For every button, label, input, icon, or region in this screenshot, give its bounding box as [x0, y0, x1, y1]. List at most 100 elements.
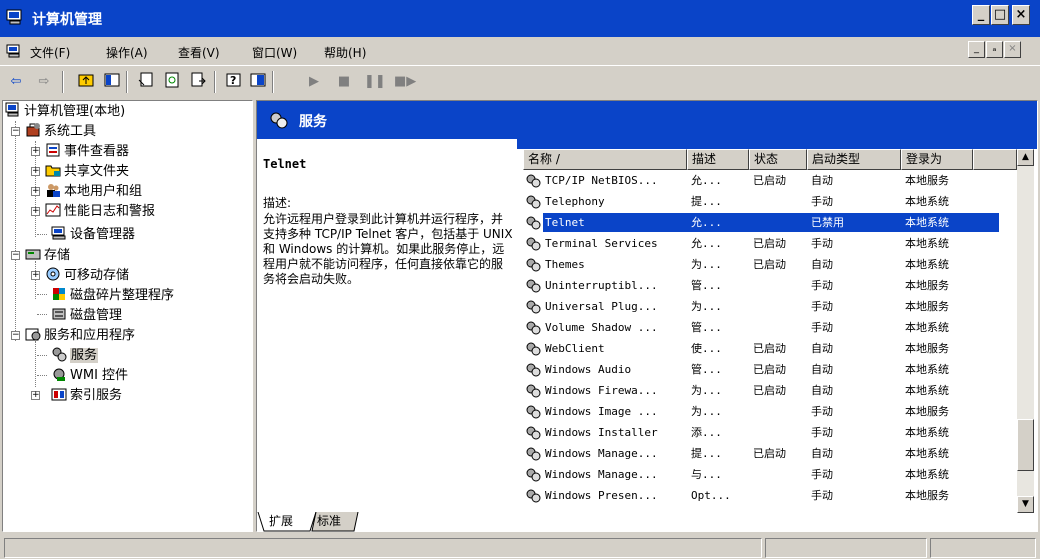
collapse-toggle[interactable]: − [11, 331, 20, 340]
menu-window[interactable]: 窗口(W) [252, 44, 297, 61]
cell-startup: 自动 [811, 447, 833, 460]
expand-toggle[interactable]: + [31, 207, 40, 216]
show-hide-tree-icon[interactable] [102, 72, 122, 92]
cell-startup: 手动 [811, 468, 833, 481]
expand-toggle[interactable]: + [31, 187, 40, 196]
service-row[interactable]: Windows Installer 添... 手动 本地系统 [523, 422, 1017, 443]
column-header-description[interactable]: 描述 [687, 149, 749, 170]
service-row[interactable]: Telephony 提... 手动 本地系统 [523, 191, 1017, 212]
tree-storage[interactable]: 存储 [25, 246, 70, 264]
tree-local-users[interactable]: 本地用户和组 [45, 182, 142, 200]
cell-name: Terminal Services [545, 237, 658, 250]
child-restore-button[interactable]: ₐ [986, 41, 1003, 58]
tree-removable-storage[interactable]: 可移动存储 [45, 266, 129, 284]
cell-logon: 本地系统 [905, 258, 949, 271]
service-row[interactable]: Universal Plug... 为... 手动 本地服务 [523, 296, 1017, 317]
cell-desc: 为... [691, 405, 722, 418]
tree-services-and-apps[interactable]: 服务和应用程序 [25, 326, 135, 344]
tree-services[interactable]: 服务 [51, 346, 99, 364]
service-row[interactable]: Windows Manage... 提... 已启动 自动 本地系统 [523, 443, 1017, 464]
service-row[interactable]: Windows Audio 管... 已启动 自动 本地系统 [523, 359, 1017, 380]
menu-file[interactable]: 文件(F) [30, 44, 70, 61]
tree-indexing-service[interactable]: 索引服务 [51, 386, 122, 404]
tree-perf-logs[interactable]: 性能日志和警报 [45, 202, 155, 220]
column-header-status[interactable]: 状态 [749, 149, 807, 170]
tab-extended[interactable]: 扩展 [266, 512, 296, 531]
tree-line [37, 355, 47, 356]
service-row[interactable]: Terminal Services 允... 已启动 手动 本地系统 [523, 233, 1017, 254]
service-row[interactable]: Windows Presen... Opt... 手动 本地服务 [523, 485, 1017, 506]
cell-status: 已启动 [753, 237, 786, 250]
properties-icon[interactable] [136, 72, 156, 92]
tab-standard[interactable]: 标准 [314, 512, 344, 531]
cell-name: Universal Plug... [545, 300, 658, 313]
tree-system-tools[interactable]: 系统工具 [25, 122, 96, 140]
scroll-down-button[interactable]: ▼ [1017, 496, 1034, 513]
expand-toggle[interactable]: + [31, 271, 40, 280]
start-service-icon[interactable]: ▶ [304, 72, 324, 92]
cell-name: Volume Shadow ... [545, 321, 658, 334]
menu-help[interactable]: 帮助(H) [324, 44, 366, 61]
pause-service-icon[interactable]: ❚❚ [364, 72, 386, 92]
stop-service-icon[interactable]: ■ [334, 72, 354, 92]
menu-action[interactable]: 操作(A) [106, 44, 148, 61]
cell-desc: 允... [691, 216, 722, 229]
toolbar-separator [214, 71, 216, 93]
up-level-icon[interactable] [76, 72, 96, 92]
child-minimize-button[interactable]: _ [968, 41, 985, 58]
cell-desc: 提... [691, 447, 722, 460]
tree-defrag[interactable]: 磁盘碎片整理程序 [51, 286, 174, 304]
maximize-button[interactable]: □ [991, 5, 1009, 25]
service-row[interactable]: Themes 为... 已启动 自动 本地系统 [523, 254, 1017, 275]
back-icon[interactable]: ⇦ [6, 72, 26, 92]
title-bar[interactable]: 计算机管理 _ □ × [0, 0, 1040, 37]
column-header-logon-as[interactable]: 登录为 [901, 149, 973, 170]
scroll-up-button[interactable]: ▲ [1017, 149, 1034, 166]
tree-shared-folders[interactable]: 共享文件夹 [45, 162, 129, 180]
vertical-scrollbar[interactable]: ▲ ▼ [1017, 149, 1034, 513]
refresh-icon[interactable] [162, 72, 182, 92]
collapse-toggle[interactable]: − [11, 127, 20, 136]
cell-desc: 为... [691, 384, 722, 397]
tree-wmi-control[interactable]: WMI 控件 [51, 366, 128, 384]
tree-root[interactable]: 计算机管理(本地) [5, 102, 125, 120]
restart-service-icon[interactable]: ■▶ [394, 72, 416, 92]
cell-startup: 自动 [811, 174, 833, 187]
cell-logon: 本地系统 [905, 195, 949, 208]
help-icon[interactable]: ? [224, 72, 244, 92]
service-row[interactable]: Windows Manage... 与... 手动 本地系统 [523, 464, 1017, 485]
computer-management-window: 计算机管理 _ □ × 文件(F) 操作(A) 查看(V) 窗口(W) 帮助(H… [0, 0, 1040, 559]
close-button[interactable]: × [1012, 5, 1030, 25]
service-row[interactable]: Windows Firewa... 为... 已启动 自动 本地系统 [523, 380, 1017, 401]
column-header-name[interactable]: 名称 / [523, 149, 687, 170]
services-list[interactable]: 名称 / 描述 状态 启动类型 登录为 TCP/IP NetBIOS... 允..… [523, 149, 1017, 513]
expand-toggle[interactable]: + [31, 147, 40, 156]
tree-disk-management[interactable]: 磁盘管理 [51, 306, 122, 324]
export-list-icon[interactable] [188, 72, 208, 92]
console-view-icon[interactable] [248, 72, 268, 92]
tree-line [15, 121, 16, 341]
cell-name: Windows Installer [545, 426, 658, 439]
tree-device-manager[interactable]: 设备管理器 [51, 225, 135, 243]
tree-event-viewer[interactable]: 事件查看器 [45, 142, 129, 160]
expand-toggle[interactable]: + [31, 167, 40, 176]
tree-line [35, 261, 36, 299]
expand-toggle[interactable]: + [31, 391, 40, 400]
details-pane: 服务 Telnet 描述: 允许远程用户登录到此计算机并运行程序，并支持多种 T… [256, 100, 1038, 532]
column-header-startup-type[interactable]: 启动类型 [807, 149, 901, 170]
service-row[interactable]: Volume Shadow ... 管... 手动 本地系统 [523, 317, 1017, 338]
collapse-toggle[interactable]: − [11, 251, 20, 260]
forward-icon[interactable]: ⇨ [34, 72, 54, 92]
system-menu-icon[interactable] [6, 44, 22, 58]
child-close-button[interactable]: × [1004, 41, 1021, 58]
service-description-pane: Telnet 描述: 允许远程用户登录到此计算机并运行程序，并支持多种 TCP/… [263, 157, 513, 287]
menu-view[interactable]: 查看(V) [178, 44, 220, 61]
minimize-button[interactable]: _ [972, 5, 990, 25]
service-row[interactable]: Windows Image ... 为... 手动 本地服务 [523, 401, 1017, 422]
service-row[interactable]: Telnet 允... 已禁用 本地系统 [523, 212, 1017, 233]
service-row[interactable]: Uninterruptibl... 管... 手动 本地服务 [523, 275, 1017, 296]
cell-startup: 手动 [811, 237, 833, 250]
scroll-thumb[interactable] [1017, 419, 1034, 471]
service-row[interactable]: TCP/IP NetBIOS... 允... 已启动 自动 本地服务 [523, 170, 1017, 191]
service-row[interactable]: WebClient 使... 已启动 自动 本地服务 [523, 338, 1017, 359]
